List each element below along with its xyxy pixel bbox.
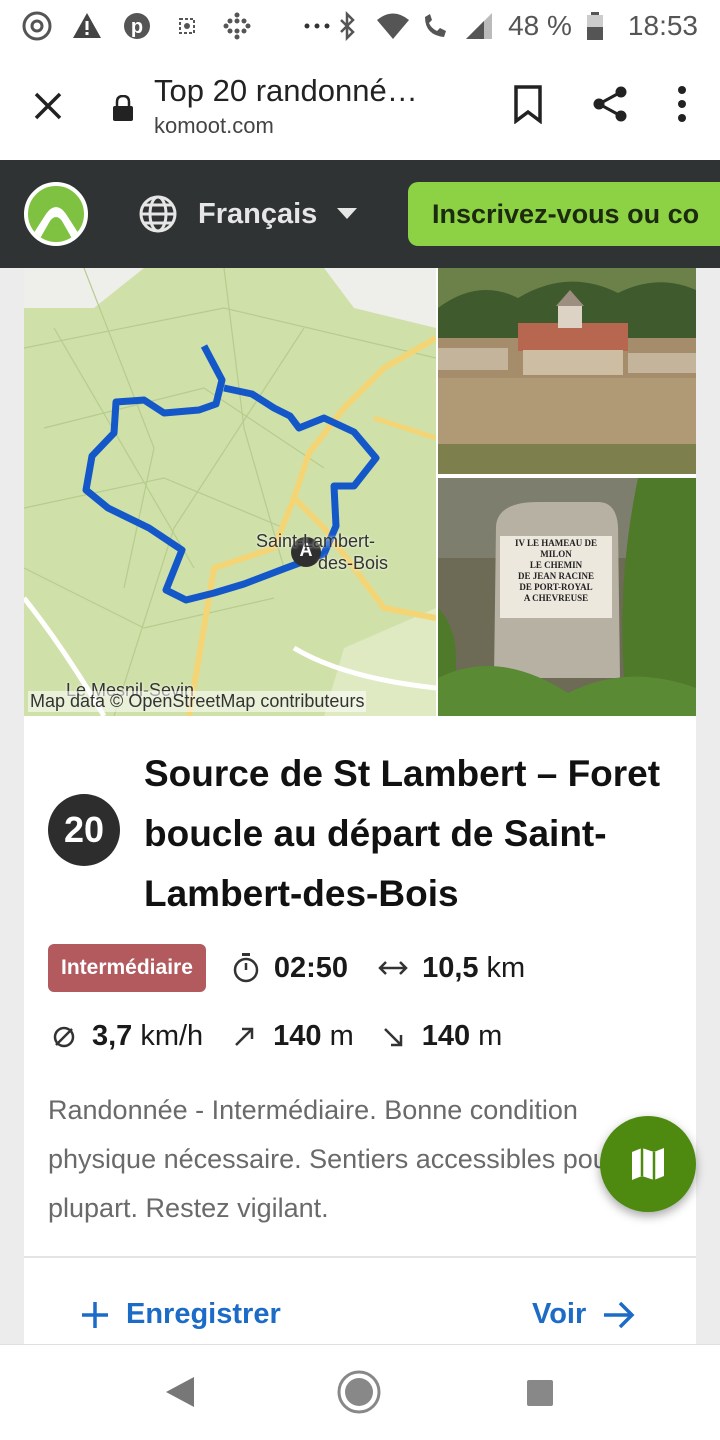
sync-icon [172, 11, 202, 41]
stone-sign-line: DE JEAN RACINE [517, 571, 594, 581]
close-icon [34, 92, 62, 120]
uphill-value: 140 [273, 1020, 322, 1052]
stone-sign-text: IV LE HAMEAU DE MILON LE CHEMIN DE JEAN … [500, 538, 612, 604]
tour-description: Randonnée - Intermédiaire. Bonne conditi… [48, 1095, 646, 1223]
map-credit: Map data © OpenStreetMap contributeurs [28, 691, 367, 712]
recents-square-icon [527, 1380, 553, 1406]
back-triangle-icon [166, 1377, 194, 1407]
lock-icon [112, 94, 134, 121]
tour-stats-row-1: Intermédiaire 02:50 10,5 km [48, 944, 525, 992]
tour-photo-chapel[interactable] [438, 268, 696, 474]
system-nav-bar [0, 1344, 720, 1440]
browser-toolbar: Top 20 randonné… komoot.com [0, 52, 720, 160]
uphill-unit: m [329, 1020, 354, 1052]
globe-icon [139, 195, 177, 233]
svg-text:p: p [131, 16, 143, 38]
uphill-stat: 140 m [233, 1020, 354, 1053]
downhill-unit: m [478, 1020, 503, 1052]
home-button[interactable] [336, 1369, 382, 1420]
browser-actions [512, 84, 688, 129]
uphill-arrow-icon [235, 1027, 254, 1046]
status-icons-right: 48 % 18:53 [332, 10, 698, 42]
tour-title[interactable]: Source de St Lambert – Foret boucle au d… [144, 744, 664, 924]
dots-grid-icon [222, 11, 252, 41]
rank-badge: 20 [48, 794, 120, 866]
recents-button[interactable] [526, 1379, 554, 1412]
back-button[interactable] [164, 1375, 196, 1414]
distance-value: 10,5 [422, 951, 479, 984]
map-view-button[interactable] [600, 1116, 696, 1212]
duration-stat: 02:50 [232, 952, 356, 985]
page-title: Top 20 randonné… [154, 73, 418, 108]
clock: 18:53 [627, 10, 698, 41]
komoot-logo[interactable] [24, 182, 88, 246]
plus-icon [82, 1301, 108, 1328]
tour-photo-signpost[interactable]: IV LE HAMEAU DE MILON LE CHEMIN DE JEAN … [438, 478, 696, 716]
duration-value: 02:50 [273, 951, 349, 984]
share-icon [593, 86, 627, 121]
route-map[interactable]: A Saint-Lambert- des-Bois Le Mesnil-Sevi… [24, 268, 436, 716]
stone-sign-line: LE CHEMIN [529, 560, 583, 570]
status-icons-left: p [22, 11, 332, 41]
downhill-stat: 140 m [382, 1020, 503, 1053]
signup-button[interactable]: Inscrivez-vous ou co [408, 182, 720, 246]
more-vert-icon [678, 85, 686, 122]
status-bar: p 48 % 18:53 [0, 0, 720, 52]
battery-icon [586, 11, 604, 41]
speed-value: 3,7 [92, 1020, 133, 1052]
map-place-label: Saint-Lambert- des-Bois [256, 530, 388, 574]
map-drawing [24, 268, 436, 716]
view-label: Voir [532, 1298, 587, 1330]
view-button[interactable]: Voir [532, 1298, 636, 1331]
menu-button[interactable] [676, 84, 688, 129]
speed-icon [53, 1026, 75, 1047]
battery-text: 48 % [508, 10, 572, 41]
map-place-label-line2: des-Bois [318, 553, 389, 573]
komoot-logo-icon [28, 207, 84, 242]
save-button[interactable]: Enregistrer [80, 1298, 281, 1331]
signal-icon [464, 11, 494, 41]
chapel-photo [438, 268, 696, 474]
stopwatch-icon [233, 953, 259, 983]
call-wifi-icon [420, 11, 450, 41]
difficulty-badge: Intermédiaire [48, 944, 206, 992]
downhill-arrow-icon [383, 1027, 402, 1046]
downhill-value: 140 [421, 1020, 471, 1052]
page-url: komoot.com [154, 113, 274, 138]
card-divider [24, 1256, 696, 1258]
save-label: Enregistrer [126, 1298, 281, 1330]
distance-unit: km [486, 951, 526, 984]
home-circle-icon [337, 1370, 381, 1414]
map-place-label-line1: Saint-Lambert- [256, 531, 376, 551]
pinterest-icon: p [122, 11, 152, 41]
language-selector[interactable]: Français [138, 194, 358, 234]
wifi-icon [376, 11, 410, 41]
close-tab-button[interactable] [24, 82, 72, 130]
arrow-right-icon [604, 1301, 635, 1328]
stone-sign-line: A CHEVREUSE [523, 593, 589, 603]
bluetooth-icon [332, 10, 362, 42]
map-icon [632, 1148, 664, 1180]
stone-sign-line: IV LE HAMEAU DE MILON [514, 538, 598, 559]
speed-stat: 3,7 km/h [52, 1020, 203, 1053]
bookmark-button[interactable] [512, 84, 544, 129]
tour-stats-row-2: 3,7 km/h 140 m 140 m [48, 1020, 502, 1053]
chevron-down-icon [337, 208, 358, 219]
distance-stat: 10,5 km [378, 952, 525, 985]
language-label: Français [198, 197, 318, 230]
stone-sign-line: DE PORT-ROYAL [519, 582, 593, 592]
share-button[interactable] [590, 84, 630, 129]
warning-icon [72, 11, 102, 41]
speed-unit: km/h [140, 1020, 204, 1052]
more-dots-icon [302, 11, 332, 41]
page-info[interactable]: Top 20 randonné… komoot.com [154, 73, 512, 139]
distance-arrows-icon [378, 961, 408, 975]
komoot-header: Français Inscrivez-vous ou co [0, 160, 720, 268]
chrome-icon [22, 11, 52, 41]
bookmark-icon [514, 84, 542, 124]
tour-card[interactable]: A Saint-Lambert- des-Bois Le Mesnil-Sevi… [24, 268, 696, 1344]
